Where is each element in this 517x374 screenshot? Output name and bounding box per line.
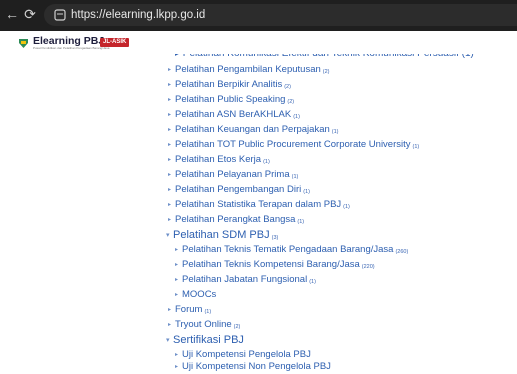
chevron-right-icon: ▸ <box>175 364 179 370</box>
tree-category-label: Sertifikasi PBJ <box>173 334 244 346</box>
chevron-right-icon: ▸ <box>175 292 179 298</box>
tree-item-count: (2) <box>233 324 241 330</box>
tree-item[interactable]: ▸ Pelatihan Perangkat Bangsa (1) <box>168 214 304 228</box>
tree-item-label: Pelatihan Jabatan Fungsional <box>182 274 308 285</box>
tree-item-count: (260) <box>395 249 409 255</box>
chevron-right-icon: ▸ <box>168 82 172 88</box>
clipped-tree-item[interactable]: ▸ Pelatihan Komunikasi Efektif dan Tekni… <box>175 54 474 61</box>
chevron-right-icon: ▸ <box>168 217 172 223</box>
browser-toolbar: ← ⟳ https://elearning.lkpp.go.id <box>0 0 517 31</box>
tree-item-count: (1) <box>412 144 420 150</box>
tree-item-label: Pelatihan Pelayanan Prima <box>175 169 290 180</box>
chevron-down-icon: ▾ <box>166 337 170 344</box>
tree-item-count: (1) <box>303 189 310 195</box>
tree-item[interactable]: ▸ Pelatihan Teknis Kompetensi Barang/Jasa… <box>175 259 375 273</box>
tree-item-label: Pelatihan Public Speaking <box>175 94 286 105</box>
tree-item-label: Uji Kompetensi Non Pengelola PBJ <box>182 361 331 372</box>
tree-item[interactable]: ▸ MOOCs <box>175 289 218 303</box>
tree-item[interactable]: ▸ Pelatihan Pengambilan Keputusan (2) <box>168 64 330 78</box>
chevron-down-icon: ▾ <box>166 232 170 239</box>
tree-item-label: Pelatihan ASN BerAKHLAK <box>175 109 292 120</box>
tree-item-count: (2) <box>287 99 295 105</box>
tree-item-count: (2) <box>322 69 330 75</box>
tree-item-count: (1) <box>297 219 305 225</box>
tree-item-count: (2) <box>284 84 291 90</box>
tree-item-count: (1) <box>204 309 212 315</box>
logo-badge: JL-ASIK <box>100 38 130 47</box>
tree-item-label: Pelatihan Statistika Terapan dalam PBJ <box>175 199 342 210</box>
chevron-right-icon: ▸ <box>175 352 179 358</box>
reload-icon[interactable]: ⟳ <box>22 6 38 22</box>
tree-item[interactable]: ▸ Pelatihan Teknis Tematik Pengadaan Bara… <box>175 244 408 258</box>
url-text[interactable]: https://elearning.lkpp.go.id <box>71 8 205 22</box>
tree-item-count: (1) <box>331 129 339 135</box>
chevron-right-icon: ▸ <box>168 322 172 328</box>
tree-item-label: Pelatihan Etos Kerja <box>175 154 262 165</box>
tree-item-label: Pelatihan Teknis Tematik Pengadaan Baran… <box>182 244 394 255</box>
chevron-right-icon: ▸ <box>175 277 179 283</box>
tree-item[interactable]: ▸ Uji Kompetensi Non Pengelola PBJ <box>175 361 331 373</box>
back-icon[interactable]: ← <box>4 6 20 22</box>
tree-category-sdm[interactable]: ▾ Pelatihan SDM PBJ (3) <box>166 229 278 244</box>
tree-item-label: Pelatihan Teknis Kompetensi Barang/Jasa <box>182 259 360 270</box>
tree-item[interactable]: ▸ Uji Kompetensi Pengelola PBJ <box>175 349 311 361</box>
tree-item-label: Pelatihan Berpikir Analitis <box>175 79 283 90</box>
chevron-right-icon: ▸ <box>168 112 172 118</box>
tree-category-label: Pelatihan SDM PBJ <box>173 229 270 241</box>
tree-item-count: (1) <box>309 279 316 285</box>
tree-item[interactable]: ▸ Pelatihan Berpikir Analitis (2) <box>168 79 291 93</box>
tree-category-sertifikasi[interactable]: ▾ Sertifikasi PBJ <box>166 334 244 347</box>
address-bar[interactable]: https://elearning.lkpp.go.id <box>44 4 517 26</box>
tree-item[interactable]: ▸ Pelatihan Jabatan Fungsional (1) <box>175 274 316 288</box>
tree-item-label: Forum <box>175 304 203 315</box>
chevron-right-icon: ▸ <box>168 187 172 193</box>
tree-item-tryout[interactable]: ▸ Tryout Online (2) <box>168 319 240 333</box>
tree-item-label: Tryout Online <box>175 319 232 330</box>
tree-item[interactable]: ▸ Pelatihan ASN BerAKHLAK (1) <box>168 109 300 123</box>
tree-item-label: Pelatihan Keuangan dan Perpajakan <box>175 124 330 135</box>
tree-item-count: (220) <box>361 264 375 270</box>
tree-item-forum[interactable]: ▸ Forum (1) <box>168 304 211 318</box>
tree-item-label: Pelatihan Pengembangan Diri <box>175 184 302 195</box>
chevron-right-icon: ▸ <box>175 247 179 253</box>
chevron-right-icon: ▸ <box>168 157 172 163</box>
tree-item-count: (1) <box>263 159 270 165</box>
chevron-right-icon: ▸ <box>168 142 172 148</box>
tree-item[interactable]: ▸ Pelatihan Keuangan dan Perpajakan (1) <box>168 124 339 138</box>
tree-item-count: (1) <box>291 174 299 180</box>
tree-item[interactable]: ▸ Pelatihan Pelayanan Prima (1) <box>168 169 298 183</box>
tree-item-label: MOOCs <box>182 289 217 300</box>
site-logo[interactable]: Elearning PBJ Pusat Pendidikan dan Pelat… <box>17 35 135 54</box>
tree-item[interactable]: ▸ Pelatihan Statistika Terapan dalam PBJ(… <box>168 199 350 213</box>
site-info-icon[interactable] <box>54 9 66 21</box>
chevron-right-icon: ▸ <box>168 97 172 103</box>
tree-item-count: (3) <box>271 235 279 241</box>
tree-item[interactable]: ▸ Pelatihan Public Speaking (2) <box>168 94 294 108</box>
tree-item[interactable]: ▸ Pelatihan Etos Kerja (1) <box>168 154 270 168</box>
tree-item-label: Pelatihan Pengambilan Keputusan <box>175 64 321 75</box>
tree-item-label: Pelatihan TOT Public Procurement Corpora… <box>175 139 411 150</box>
tree-item[interactable]: ▸ Pelatihan TOT Public Procurement Corpor… <box>168 139 419 153</box>
tree-item-label: Pelatihan Perangkat Bangsa <box>175 214 296 225</box>
logo-subtitle: Pusat Pendidikan dan Pelatihan Pengadaan… <box>33 46 110 50</box>
lkpp-emblem-icon <box>17 37 30 50</box>
tree-item-count: (1) <box>343 204 350 210</box>
chevron-right-icon: ▸ <box>175 262 179 268</box>
tree-item[interactable]: ▸ Pelatihan Pengembangan Diri (1) <box>168 184 310 198</box>
chevron-right-icon: ▸ <box>168 172 172 178</box>
chevron-right-icon: ▸ <box>168 307 172 313</box>
tree-item-label: Uji Kompetensi Pengelola PBJ <box>182 349 311 360</box>
chevron-right-icon: ▸ <box>168 67 172 73</box>
tree-item-count: (1) <box>293 114 300 120</box>
chevron-right-icon: ▸ <box>168 202 172 208</box>
chevron-right-icon: ▸ <box>168 127 172 133</box>
